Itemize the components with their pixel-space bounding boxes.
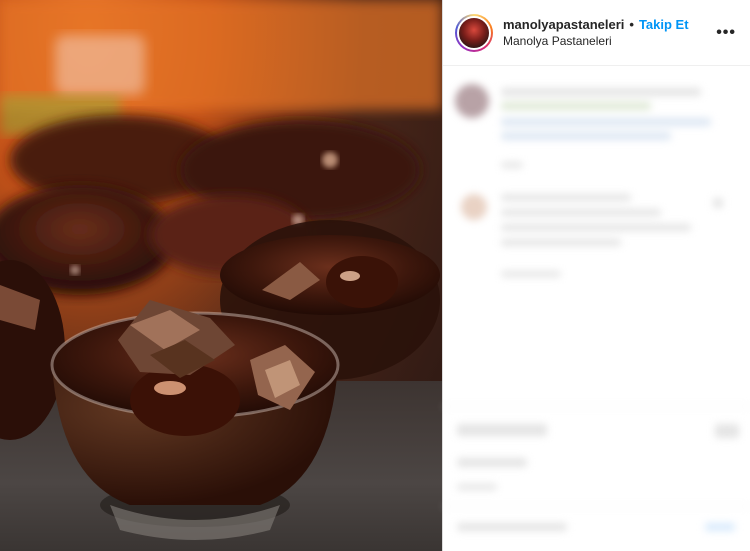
blurred-line: [501, 194, 631, 201]
blurred-actions: [457, 424, 547, 436]
header-top-row: manolyapastaneleri • Takip Et: [503, 16, 716, 33]
blurred-avatar: [461, 194, 487, 220]
avatar-story-ring[interactable]: [455, 13, 493, 52]
post-side-panel: manolyapastaneleri • Takip Et Manolya Pa…: [443, 0, 750, 551]
blurred-avatar: [455, 84, 489, 118]
more-options-icon[interactable]: •••: [716, 24, 736, 42]
post-header: manolyapastaneleri • Takip Et Manolya Pa…: [443, 0, 750, 66]
blurred-comment-input: [457, 523, 567, 531]
blurred-line: [501, 162, 523, 168]
blurred-line: [501, 224, 691, 231]
dessert-illustration: [0, 0, 442, 540]
blurred-likes: [457, 458, 527, 467]
header-text: manolyapastaneleri • Takip Et Manolya Pa…: [503, 16, 716, 50]
username-link[interactable]: manolyapastaneleri: [503, 16, 624, 33]
blurred-divider: [443, 506, 750, 507]
blurred-heart: [713, 198, 723, 208]
blurred-divider: [443, 406, 750, 407]
blurred-comments-area: [443, 66, 750, 551]
blurred-line: [501, 239, 621, 246]
blurred-line: [501, 209, 661, 216]
blurred-line: [501, 118, 711, 126]
follow-button[interactable]: Takip Et: [639, 16, 689, 33]
blurred-line: [501, 102, 651, 110]
post-photo[interactable]: [0, 0, 442, 551]
display-name[interactable]: Manolya Pastaneleri: [503, 33, 716, 50]
avatar[interactable]: [457, 15, 491, 50]
blurred-save: [715, 424, 739, 438]
blurred-line: [501, 88, 701, 96]
blurred-line: [501, 271, 561, 277]
blurred-date: [457, 484, 497, 490]
instagram-post: manolyapastaneleri • Takip Et Manolya Pa…: [0, 0, 750, 551]
separator-dot: •: [629, 16, 634, 32]
blurred-post-button: [705, 523, 735, 531]
blurred-line: [501, 132, 671, 140]
